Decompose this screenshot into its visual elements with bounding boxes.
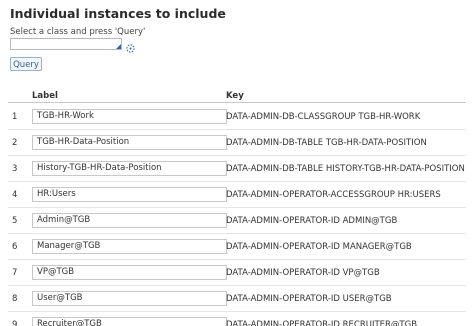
table-row: 4 HR:Users DATA-ADMIN-OPERATOR-ACCESSGROUP… bbox=[8, 182, 466, 208]
table-row: 3 History-TGB-HR-Data-Position DATA-ADMIN-… bbox=[8, 156, 466, 182]
table-row: 5 Admin@TGB DATA-ADMIN-OPERATOR-ID ADMIN@T… bbox=[8, 208, 466, 234]
row-index: 5 bbox=[12, 216, 18, 226]
label-field[interactable]: VP@TGB bbox=[32, 265, 227, 280]
row-index: 6 bbox=[12, 242, 18, 252]
row-index: 9 bbox=[12, 320, 18, 326]
autocomplete-corner-icon bbox=[116, 44, 121, 49]
instances-panel: Individual instances to include Select a… bbox=[0, 0, 474, 326]
key-value: DATA-ADMIN-OPERATOR-ID USER@TGB bbox=[226, 294, 392, 304]
label-field[interactable]: Recruiter@TGB bbox=[32, 317, 227, 326]
key-value: DATA-ADMIN-OPERATOR-ACCESSGROUP HR:USERS bbox=[226, 190, 441, 200]
table-row: 2 TGB-HR-Data-Position DATA-ADMIN-DB-TABLE… bbox=[8, 130, 466, 156]
section-title: Individual instances to include bbox=[10, 6, 226, 21]
column-header-key: Key bbox=[226, 91, 244, 101]
table-row: 1 TGB-HR-Work DATA-ADMIN-DB-CLASSGROUP TGB… bbox=[8, 104, 466, 130]
row-index: 7 bbox=[12, 268, 18, 278]
key-value: DATA-ADMIN-DB-TABLE TGB-HR-DATA-POSITION bbox=[226, 138, 427, 148]
label-field[interactable]: HR:Users bbox=[32, 187, 227, 202]
table-row: 8 User@TGB DATA-ADMIN-OPERATOR-ID USER@TGB bbox=[8, 286, 466, 312]
class-select-input[interactable] bbox=[10, 38, 122, 50]
target-picker-icon[interactable] bbox=[125, 39, 136, 53]
table-row: 6 Manager@TGB DATA-ADMIN-OPERATOR-ID MANAG… bbox=[8, 234, 466, 260]
label-field[interactable]: TGB-HR-Work bbox=[32, 109, 227, 124]
class-select-hint: Select a class and press 'Query' bbox=[10, 27, 146, 37]
column-header-label: Label bbox=[32, 91, 58, 101]
row-index: 2 bbox=[12, 138, 18, 148]
table-row: 7 VP@TGB DATA-ADMIN-OPERATOR-ID VP@TGB bbox=[8, 260, 466, 286]
key-value: DATA-ADMIN-DB-CLASSGROUP TGB-HR-WORK bbox=[226, 112, 421, 122]
query-button[interactable]: Query bbox=[10, 57, 42, 71]
label-field[interactable]: TGB-HR-Data-Position bbox=[32, 135, 227, 150]
label-field[interactable]: Manager@TGB bbox=[32, 239, 227, 254]
key-value: DATA-ADMIN-OPERATOR-ID ADMIN@TGB bbox=[226, 216, 398, 226]
label-field[interactable]: Admin@TGB bbox=[32, 213, 227, 228]
row-index: 4 bbox=[12, 190, 18, 200]
label-field[interactable]: History-TGB-HR-Data-Position bbox=[32, 161, 227, 176]
row-index: 1 bbox=[12, 112, 18, 122]
table-row: 9 Recruiter@TGB DATA-ADMIN-OPERATOR-ID REC… bbox=[8, 312, 466, 326]
key-value: DATA-ADMIN-OPERATOR-ID MANAGER@TGB bbox=[226, 242, 412, 252]
row-index: 8 bbox=[12, 294, 18, 304]
row-index: 3 bbox=[12, 164, 18, 174]
key-value: DATA-ADMIN-DB-TABLE HISTORY-TGB-HR-DATA-… bbox=[226, 164, 465, 174]
label-field[interactable]: User@TGB bbox=[32, 291, 227, 306]
header-divider bbox=[8, 102, 466, 103]
key-value: DATA-ADMIN-OPERATOR-ID VP@TGB bbox=[226, 268, 380, 278]
key-value: DATA-ADMIN-OPERATOR-ID RECRUITER@TGB bbox=[226, 320, 418, 326]
